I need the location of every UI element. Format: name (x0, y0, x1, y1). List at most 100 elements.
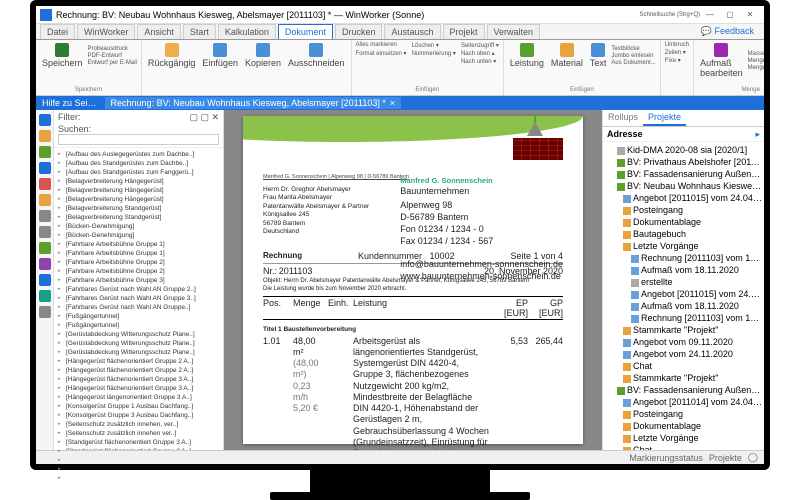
tree-item[interactable]: [Fahrbares Gerüst nach Wahl AN Gruppe..] (56, 303, 221, 312)
tool-icon-10[interactable] (39, 258, 51, 270)
project-tree-item[interactable]: Chat (605, 444, 762, 450)
tree-item[interactable]: [Belagverbreiterung Standgerüst] (56, 213, 221, 222)
delete-menu[interactable]: Löschen ▾ (412, 42, 456, 49)
ribbon-tab-drucken[interactable]: Drucken (335, 24, 383, 39)
tree-item[interactable]: [Fahrbare Arbeitsbühne Gruppe 1] (56, 240, 221, 249)
project-tree-item[interactable]: Posteingang (605, 408, 762, 420)
tree-item[interactable]: [Hängegerüst flächenorientiert Gruppe 2 … (56, 366, 221, 375)
project-tree-item[interactable]: Rechnung [2011103] vom 19.11.2020 (605, 312, 762, 324)
tree-item[interactable]: [Fahrbare Arbeitsbühne Gruppe 1] (56, 249, 221, 258)
measurement-edit[interactable]: Aufmaß bearbeiten (698, 42, 745, 79)
tree-item[interactable]: [Bücken-Genehmigung] (56, 231, 221, 240)
tree-item[interactable]: [Belagverbreiterung Standgerüst] (56, 204, 221, 213)
project-tree-item[interactable]: Letzte Vorgänge (605, 432, 762, 444)
masses-edit[interactable]: Massen bearbeiten ▾ (748, 50, 764, 57)
tree-item[interactable]: [Hängegerüst flächenorientiert Gruppe 2 … (56, 357, 221, 366)
tree-item[interactable]: [Belagverbreiterung Hängegerüst] (56, 186, 221, 195)
tree-item[interactable]: [Aufbau des Standgerüstes zum Fanggerü..… (56, 168, 221, 177)
project-tree-item[interactable]: Rechnung [2011103] vom 19.11.2020 (605, 252, 762, 264)
tree-item[interactable]: [Gerüstabdeckung Witterungsschutz Plane.… (56, 348, 221, 357)
table-row[interactable]: 1.01 48,00 m² (48,00 m²) 0,23 m/h 5,20 €… (263, 336, 563, 450)
pdf-draft[interactable]: PDF-Entwurf (88, 53, 137, 59)
project-tree-item[interactable]: Stammkarte "Projekt" (605, 372, 762, 384)
project-tree-item[interactable]: Kid-DMA 2020-08 sia [2020/1] (605, 144, 762, 156)
rows[interactable]: Zeilen ▾ (665, 49, 686, 56)
tree-item[interactable]: [Belagverbreiterung Hängegerüst] (56, 195, 221, 204)
copy-button[interactable]: Kopieren (243, 42, 283, 69)
project-tree-item[interactable]: BV: Fassadensanierung Außenstelle Bantem… (605, 384, 762, 396)
project-tree-item[interactable]: Bautagebuch (605, 228, 762, 240)
project-tree-item[interactable]: Angebot [2011015] vom 24.04.2020 (605, 288, 762, 300)
page-access[interactable]: Seitenzugriff ▾ (461, 42, 499, 49)
tool-icon-2[interactable] (39, 130, 51, 142)
project-tree-item[interactable]: Letzte Vorgänge (605, 240, 762, 252)
feedback-button[interactable]: 💬 Feedback (695, 24, 760, 39)
ribbon-tab-kalkulation[interactable]: Kalkulation (218, 24, 276, 39)
tool-icon-6[interactable] (39, 194, 51, 206)
tree-item[interactable]: [Hängegerüst flächenorientiert Gruppe 3 … (56, 384, 221, 393)
ribbon-tab-projekt[interactable]: Projekt (443, 24, 485, 39)
close-tab-icon[interactable]: × (390, 98, 395, 108)
ribbon-tab-verwalten[interactable]: Verwalten (487, 24, 541, 39)
tree-item[interactable]: [Fahrbares Gerüst nach Wahl AN Gruppe 3.… (56, 294, 221, 303)
tool-icon-11[interactable] (39, 274, 51, 286)
service-button[interactable]: Leistung (508, 42, 546, 69)
tree-item[interactable]: [Konsolgerüst Gruppe 3 Ausbau Dachfang..… (56, 411, 221, 420)
project-tree-item[interactable]: erstellte (605, 276, 762, 288)
tree-item[interactable]: [Fahrbare Arbeitsbühne Gruppe 2] (56, 258, 221, 267)
tree-item[interactable]: [Fahrbare Arbeitsbühne Gruppe 3] (56, 276, 221, 285)
project-tree-item[interactable]: Angebot vom 24.11.2020 (605, 348, 762, 360)
search-input[interactable] (58, 134, 219, 145)
ribbon-tab-ansicht[interactable]: Ansicht (137, 24, 181, 39)
tool-icon-9[interactable] (39, 242, 51, 254)
move-up[interactable]: Nach oben ▴ (461, 50, 499, 57)
tree-item[interactable]: [Seitenschutz zusätzlich innehen, ver..] (56, 420, 221, 429)
projects-tab[interactable]: Projekte (643, 110, 686, 126)
format-insert[interactable]: Format einsetzen ▾ (356, 50, 407, 57)
ribbon-tab-datei[interactable]: Datei (40, 24, 75, 39)
project-tree-item[interactable]: Dokumentablage (605, 216, 762, 228)
project-tree-item[interactable]: BV: Fassadensanierung Außenstelle Bantem… (605, 168, 762, 180)
ribbon-tab-winworker[interactable]: WinWorker (77, 24, 135, 39)
tool-icon-1[interactable] (39, 114, 51, 126)
draft-email[interactable]: Entwurf per E-Mail (88, 60, 137, 66)
tree-item[interactable]: [Aufbau des Auslegegerüstes zum Dachbe..… (56, 150, 221, 159)
numbering[interactable]: Nummerierung ▾ (412, 50, 456, 57)
tree-item[interactable]: [Belagverbreiterung Hängegerüst] (56, 177, 221, 186)
tree-item[interactable]: [Aufbau des Standgerüstes zum Dachbe..] (56, 159, 221, 168)
material-button[interactable]: Material (549, 42, 585, 69)
textblocks[interactable]: Textblöcke (611, 46, 655, 52)
minimize-button[interactable]: — (700, 8, 720, 22)
project-tree-item[interactable]: BV: Neubau Wohnhaus Kiesweg, Abelsmayer … (605, 180, 762, 192)
active-doc-tab[interactable]: Rechnung: BV: Neubau Wohnhaus Kiesweg, A… (105, 97, 402, 109)
project-tree-item[interactable]: BV: Privathaus Abelshofer [2011105] vom … (605, 156, 762, 168)
close-button[interactable]: ✕ (740, 8, 760, 22)
tree-item[interactable]: [Gerüstabdeckung Witterungsschutz Plane.… (56, 330, 221, 339)
ribbon-tab-start[interactable]: Start (183, 24, 216, 39)
tree-item[interactable]: [Fahrbare Arbeitsbühne Gruppe 2] (56, 267, 221, 276)
project-tree-item[interactable]: Dokumentablage (605, 420, 762, 432)
move-down[interactable]: Nach unten ▾ (461, 58, 499, 65)
tree-item[interactable]: [Seitenschutz zusätzlich innehen ver..] (56, 429, 221, 438)
select-all[interactable]: Alles markieren (356, 42, 407, 49)
tree-item[interactable]: [Bücken-Genehmigung] (56, 222, 221, 231)
tree-item[interactable]: [Konsolgerüst Gruppe 1 Ausbau Dachfang..… (56, 402, 221, 411)
jumbo-import[interactable]: Jumbo einlesen (611, 53, 655, 59)
tool-icon-4[interactable] (39, 162, 51, 174)
qty-from-service[interactable]: Menge aus Leistung (748, 65, 764, 71)
document-viewport[interactable]: Manfred G. Sonnenschein | Alpenweg 98 | … (224, 110, 602, 450)
tree-item[interactable]: [Fußgängertunnel] (56, 321, 221, 330)
rollups-tab[interactable]: Rollups (603, 110, 643, 126)
fix[interactable]: Fixe ▾ (665, 57, 681, 64)
ribbon-tab-austausch[interactable]: Austausch (384, 24, 440, 39)
tree-item[interactable]: [Fahrbares Gerüst nach Wahl AN Gruppe 2.… (56, 285, 221, 294)
trial-print[interactable]: Probeausdruck (88, 46, 137, 52)
project-tree-item[interactable]: Angebot [2011014] vom 24.04.2020 (605, 396, 762, 408)
maximize-button[interactable]: ▢ (720, 8, 740, 22)
tool-icon-5[interactable] (39, 178, 51, 190)
project-tree-item[interactable]: Angebot [2011015] vom 24.04.2020 (605, 192, 762, 204)
tree-item[interactable]: [Hängegerüst flächenorientiert Gruppe 3 … (56, 375, 221, 384)
tree-item[interactable]: [Fußgängertunnel] (56, 312, 221, 321)
tool-icon-7[interactable] (39, 210, 51, 222)
project-tree-item[interactable]: Posteingang (605, 204, 762, 216)
